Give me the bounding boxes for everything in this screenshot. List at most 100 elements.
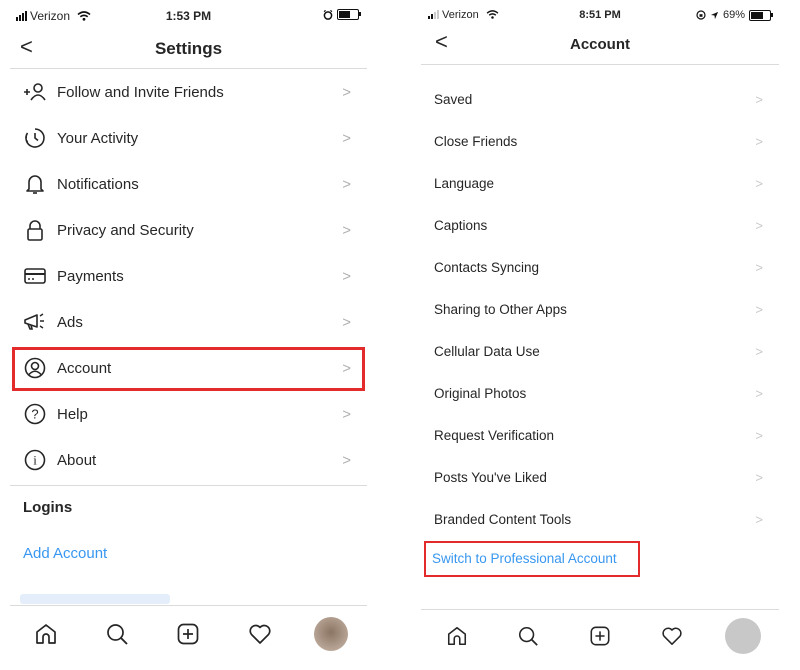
location-arrow-icon — [710, 11, 719, 19]
avatar — [314, 617, 349, 651]
credit-card-icon — [22, 263, 48, 289]
chevron-right-icon: > — [755, 301, 763, 317]
account-nav-bar: < Account — [421, 28, 779, 65]
chevron-right-icon: > — [755, 133, 763, 149]
account-item-language[interactable]: Language > — [421, 162, 779, 204]
logins-heading: Logins — [23, 499, 73, 516]
account-item-saved[interactable]: Saved > — [421, 78, 779, 120]
settings-screen: Verizon 1:53 PM < Settings Follow and In… — [10, 0, 367, 662]
add-account-link[interactable]: Add Account — [23, 545, 107, 562]
profile-avatar[interactable] — [313, 616, 349, 652]
item-label: Captions — [434, 217, 488, 233]
info-circle-icon: i — [22, 447, 48, 473]
account-item-request-verification[interactable]: Request Verification > — [421, 414, 779, 456]
item-label: About — [57, 451, 97, 469]
item-label: Ads — [57, 313, 83, 331]
item-label: Contacts Syncing — [434, 259, 540, 275]
chevron-right-icon: > — [342, 451, 351, 469]
section-divider — [10, 485, 367, 486]
home-icon[interactable] — [439, 618, 475, 654]
chevron-right-icon: > — [342, 405, 351, 423]
chevron-right-icon: > — [755, 469, 763, 485]
search-icon[interactable] — [99, 616, 135, 652]
add-person-icon — [22, 79, 48, 105]
chevron-right-icon: > — [755, 427, 763, 443]
svg-text:?: ? — [31, 407, 38, 422]
battery-percent: 69% — [722, 9, 745, 21]
settings-item-follow-invite[interactable]: Follow and Invite Friends > — [10, 69, 367, 115]
bell-icon — [22, 171, 48, 197]
battery-icon — [337, 9, 361, 20]
chevron-right-icon: > — [342, 83, 351, 101]
chevron-right-icon: > — [755, 343, 763, 359]
bottom-tab-bar — [421, 609, 779, 662]
chevron-right-icon: > — [342, 129, 351, 147]
status-time: 1:53 PM — [165, 9, 212, 23]
activity-clock-icon — [22, 125, 48, 151]
chevron-right-icon: > — [755, 175, 763, 191]
new-post-icon[interactable] — [582, 618, 618, 654]
chevron-right-icon: > — [755, 511, 763, 527]
item-label: Branded Content Tools — [434, 511, 572, 527]
chevron-right-icon: > — [342, 175, 351, 193]
megaphone-icon — [22, 309, 48, 335]
profile-avatar[interactable] — [725, 618, 762, 654]
settings-item-about[interactable]: i About > — [10, 437, 367, 483]
chevron-right-icon: > — [342, 313, 351, 331]
account-highlight-box — [12, 347, 365, 391]
settings-item-notifications[interactable]: Notifications > — [10, 161, 367, 207]
item-label: Your Activity — [57, 129, 139, 147]
item-label: Posts You've Liked — [434, 469, 547, 485]
item-label: Notifications — [57, 175, 139, 193]
chevron-right-icon: > — [755, 91, 763, 107]
activity-heart-icon[interactable] — [242, 616, 278, 652]
switch-highlight-box — [424, 541, 640, 577]
page-title: Settings — [154, 39, 223, 58]
account-item-sharing-other-apps[interactable]: Sharing to Other Apps > — [421, 288, 779, 330]
settings-nav-bar: < Settings — [10, 32, 367, 69]
item-label: Follow and Invite Friends — [57, 83, 224, 101]
item-label: Help — [57, 405, 88, 423]
avatar — [725, 618, 762, 654]
home-icon[interactable] — [28, 616, 64, 652]
chevron-right-icon: > — [755, 385, 763, 401]
orientation-lock-icon — [696, 10, 706, 20]
item-label: Close Friends — [434, 133, 518, 149]
account-item-contacts-syncing[interactable]: Contacts Syncing > — [421, 246, 779, 288]
account-item-cellular-data[interactable]: Cellular Data Use > — [421, 330, 779, 372]
account-item-branded-content[interactable]: Branded Content Tools > — [421, 498, 779, 540]
chevron-right-icon: > — [755, 217, 763, 233]
activity-heart-icon[interactable] — [654, 618, 690, 654]
account-screen: Verizon 8:51 PM 69% < Account Saved > Clo… — [421, 0, 779, 662]
item-label: Payments — [57, 267, 124, 285]
settings-item-ads[interactable]: Ads > — [10, 299, 367, 345]
settings-item-help[interactable]: ? Help > — [10, 391, 367, 437]
settings-item-privacy-security[interactable]: Privacy and Security > — [10, 207, 367, 253]
account-item-posts-liked[interactable]: Posts You've Liked > — [421, 456, 779, 498]
svg-text:i: i — [33, 453, 37, 468]
item-label: Privacy and Security — [57, 221, 194, 239]
item-label: Cellular Data Use — [434, 343, 540, 359]
item-label: Saved — [434, 91, 473, 107]
bottom-tab-bar — [10, 605, 367, 662]
account-item-captions[interactable]: Captions > — [421, 204, 779, 246]
chevron-right-icon: > — [755, 259, 763, 275]
settings-item-payments[interactable]: Payments > — [10, 253, 367, 299]
battery-icon — [749, 9, 773, 21]
item-label: Language — [434, 175, 495, 191]
lock-icon — [22, 217, 48, 243]
search-icon[interactable] — [510, 618, 546, 654]
item-label: Original Photos — [434, 385, 527, 401]
status-bar: Verizon 1:53 PM — [10, 0, 367, 32]
account-item-close-friends[interactable]: Close Friends > — [421, 120, 779, 162]
new-post-icon[interactable] — [170, 616, 206, 652]
item-label: Sharing to Other Apps — [434, 301, 567, 317]
settings-item-your-activity[interactable]: Your Activity > — [10, 115, 367, 161]
help-circle-icon: ? — [22, 401, 48, 427]
page-title: Account — [570, 36, 630, 53]
account-item-original-photos[interactable]: Original Photos > — [421, 372, 779, 414]
item-label: Request Verification — [434, 427, 555, 443]
alarm-icon — [323, 9, 333, 20]
chevron-right-icon: > — [342, 221, 351, 239]
chevron-right-icon: > — [342, 267, 351, 285]
